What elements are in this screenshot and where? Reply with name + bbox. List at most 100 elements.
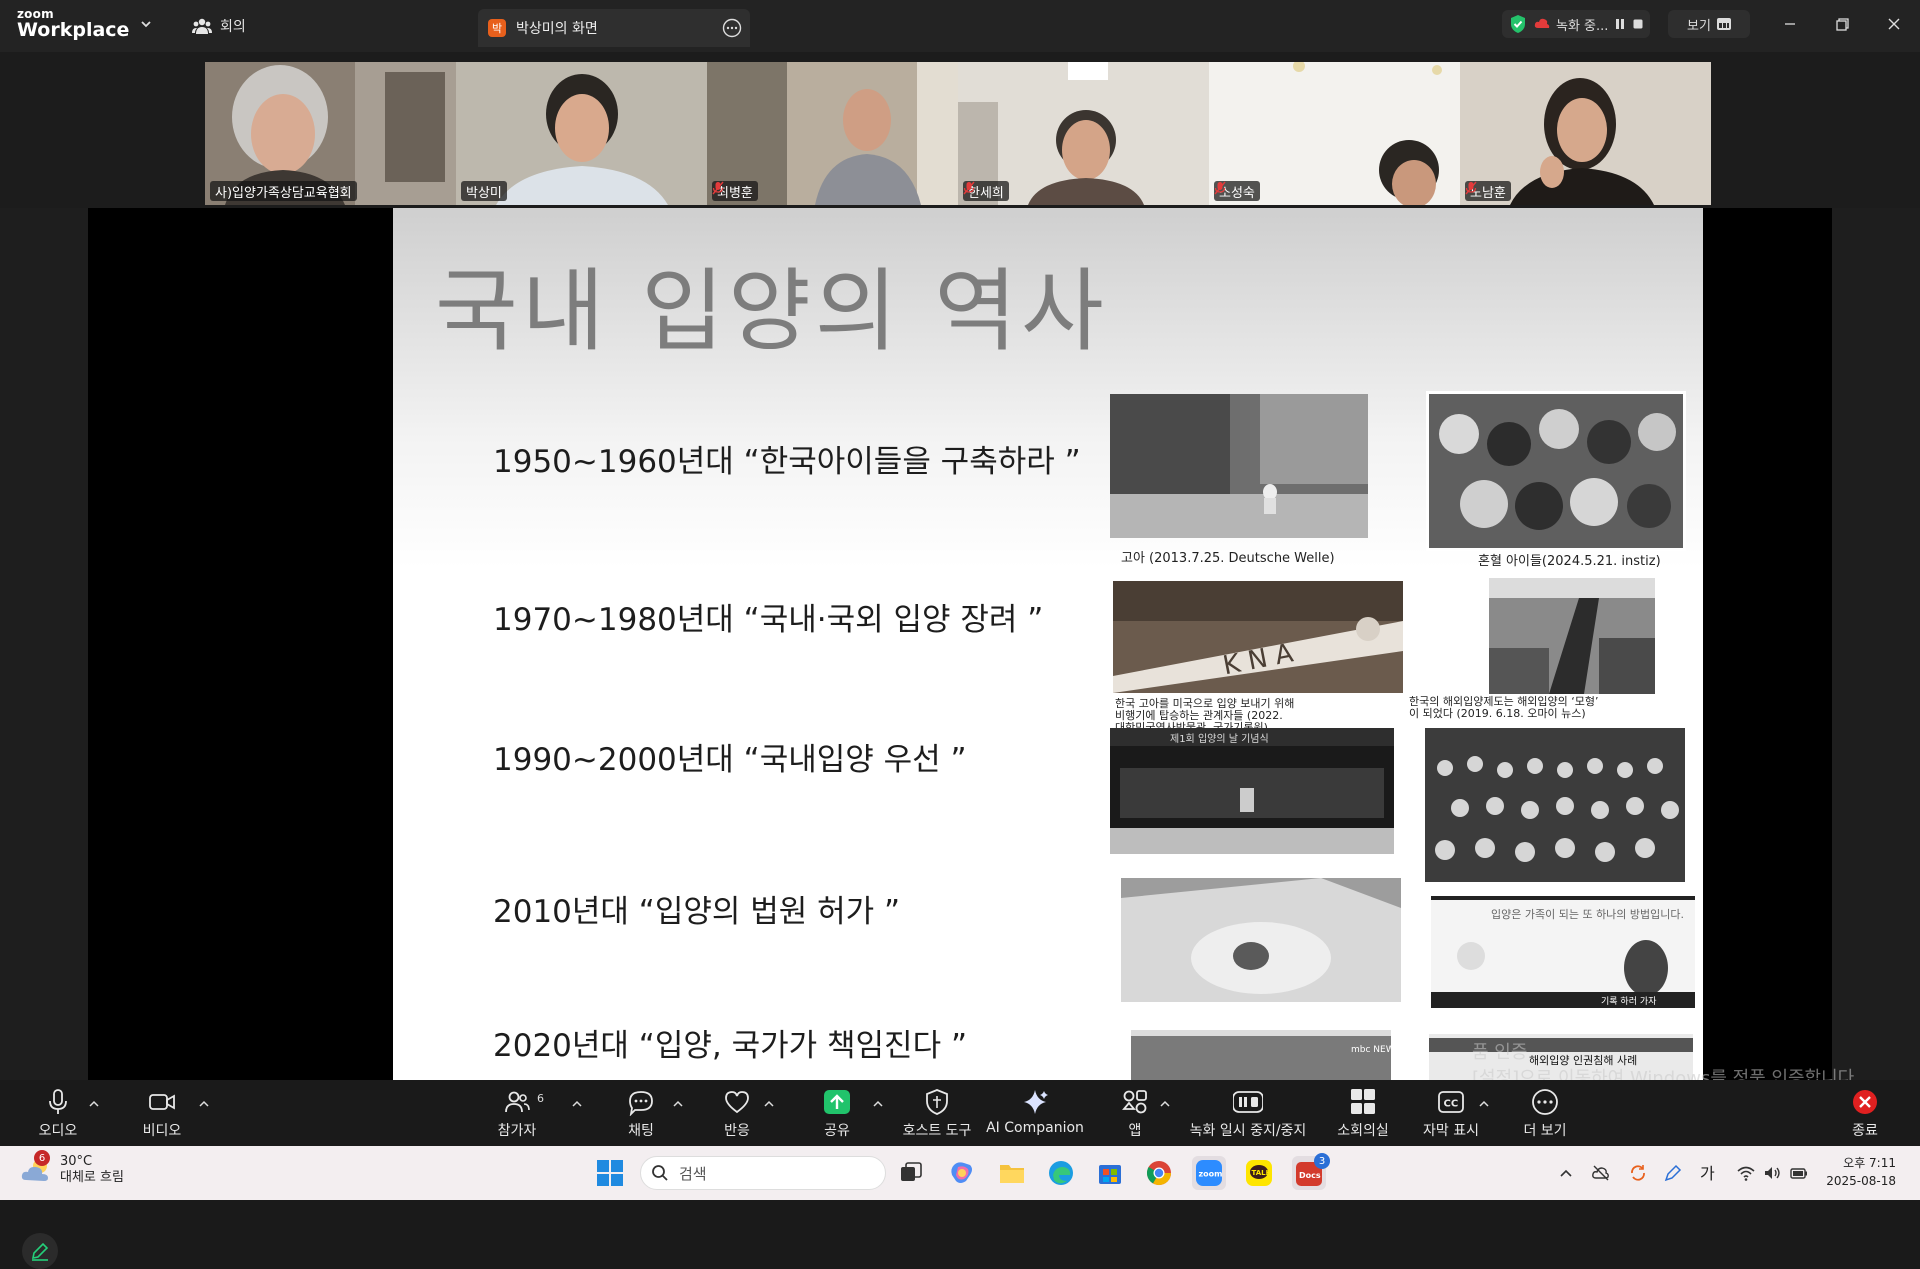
caption-mixed-children: 혼혈 아이들(2024.5.21. instiz): [1478, 554, 1661, 569]
captions-label: 자막 표시: [1423, 1123, 1479, 1139]
tab-shared-screen[interactable]: 박 박상미의 화면: [478, 9, 750, 47]
share-button[interactable]: 공유: [792, 1088, 882, 1140]
tab-meeting[interactable]: 회의: [192, 14, 246, 38]
participants-group-icon: [192, 18, 212, 34]
apps-options-caret-icon[interactable]: [1159, 1098, 1171, 1110]
participants-options-caret-icon[interactable]: [571, 1098, 583, 1110]
photo-group-gathering: [1425, 728, 1685, 882]
chevron-up-icon[interactable]: [1556, 1163, 1576, 1183]
copilot-button[interactable]: [945, 1156, 979, 1190]
captions-button[interactable]: CC 자막 표시: [1406, 1088, 1496, 1140]
edge-browser-button[interactable]: [1044, 1156, 1078, 1190]
chevron-down-icon[interactable]: [138, 16, 154, 32]
mic-muted-icon: [963, 181, 975, 195]
weather-alert-badge: 6: [34, 1150, 50, 1166]
record-label: 녹화 일시 중지/중지: [1189, 1123, 1307, 1139]
participant-gallery: 사)입양가족상담교육협회 박상미 최병훈 한세희 소성숙 노남훈: [0, 52, 1920, 208]
pen-input-icon[interactable]: [1663, 1163, 1683, 1183]
search-icon: [652, 1165, 668, 1181]
era-1970s: 1970~1980년대 “국내·국외 입양 장려 ”: [493, 602, 1044, 638]
video-tile[interactable]: 사)입양가족상담교육협회: [205, 62, 456, 205]
reactions-label: 반응: [724, 1123, 750, 1139]
slide-title: 국내 입양의 역사: [435, 259, 1108, 364]
stop-icon[interactable]: [1632, 18, 1644, 30]
audio-options-caret-icon[interactable]: [88, 1098, 100, 1110]
photo-plane-stairs: [1489, 578, 1655, 694]
photo-mixed-children: [1426, 391, 1686, 551]
era-2020s: 2020년대 “입양, 국가가 책임진다 ”: [493, 1028, 968, 1064]
breakout-rooms-icon: [1351, 1089, 1375, 1114]
ai-companion-label: AI Companion: [986, 1120, 1084, 1136]
video-tile[interactable]: 한세희: [958, 62, 1209, 205]
end-meeting-button[interactable]: 종료: [1820, 1088, 1910, 1140]
start-button[interactable]: [593, 1156, 627, 1190]
pause-icon[interactable]: [1614, 18, 1626, 30]
participant-nametag: 한세희: [963, 181, 1009, 201]
apps-icon: [1122, 1090, 1147, 1114]
participant-nametag: 사)입양가족상담교육협회: [210, 181, 357, 201]
task-view-button[interactable]: [894, 1156, 928, 1190]
ai-companion-button[interactable]: AI Companion: [980, 1088, 1090, 1136]
reactions-button[interactable]: 반응: [692, 1088, 782, 1140]
battery-icon[interactable]: [1789, 1163, 1809, 1183]
sparkle-icon: [1024, 1090, 1048, 1114]
shared-screen-title: 박상미의 화면: [516, 21, 598, 37]
docs-app-button[interactable]: Docs 3: [1292, 1153, 1330, 1190]
shield-icon: [926, 1089, 948, 1115]
weather-widget[interactable]: 6 30°C 대체로 흐림: [20, 1150, 124, 1186]
caption-orphan: 고아 (2013.7.25. Deutsche Welle): [1121, 551, 1335, 566]
participants-count: 6: [537, 1092, 544, 1105]
ceremony-banner-text: 제1회 입양의 날 기념식: [1170, 732, 1269, 745]
close-icon[interactable]: [1882, 12, 1906, 36]
cloud-off-icon[interactable]: [1591, 1163, 1611, 1183]
taskbar-clock[interactable]: 오후 7:11 2025-08-18: [1826, 1154, 1896, 1190]
store-button[interactable]: [1093, 1156, 1127, 1190]
minimize-icon[interactable]: [1778, 12, 1802, 36]
closed-captions-icon: CC: [1438, 1091, 1464, 1113]
restore-icon[interactable]: [1830, 12, 1854, 36]
video-options-caret-icon[interactable]: [198, 1098, 210, 1110]
participants-label: 참가자: [497, 1123, 537, 1139]
chat-bubble-icon: [629, 1091, 653, 1116]
video-button[interactable]: 비디오: [117, 1088, 207, 1140]
apps-button[interactable]: 앱: [1090, 1088, 1180, 1140]
host-tools-button[interactable]: 호스트 도구: [892, 1088, 982, 1140]
share-options-caret-icon[interactable]: [872, 1098, 884, 1110]
more-options-icon[interactable]: [722, 18, 742, 38]
microphone-icon: [49, 1089, 67, 1114]
zoom-app-button[interactable]: zoom: [1192, 1156, 1226, 1190]
view-button[interactable]: 보기: [1668, 10, 1750, 38]
weather-condition: 대체로 흐림: [60, 1170, 124, 1185]
svg-text:CC: CC: [1444, 1099, 1459, 1110]
ime-indicator[interactable]: 가: [1700, 1160, 1720, 1183]
captions-options-caret-icon[interactable]: [1478, 1098, 1490, 1110]
breakout-rooms-button[interactable]: 소회의실: [1318, 1088, 1408, 1140]
video-tile-active-speaker[interactable]: 박상미: [456, 62, 707, 205]
caption-overseas-adoption: 한국의 해외입양제도는 해외입양의 ‘모형’ 이 되었다 (2019. 6.18…: [1409, 695, 1599, 720]
annotate-button[interactable]: [22, 1233, 58, 1269]
video-tile[interactable]: 최병훈: [707, 62, 958, 205]
recording-status-pill[interactable]: 녹화 중...: [1502, 10, 1650, 38]
docs-badge: 3: [1314, 1153, 1330, 1169]
view-label: 보기: [1687, 18, 1711, 34]
audio-button[interactable]: 오디오: [13, 1088, 103, 1140]
file-explorer-button[interactable]: [995, 1156, 1029, 1190]
wifi-icon[interactable]: [1736, 1163, 1756, 1183]
clock-date: 2025-08-18: [1826, 1174, 1896, 1188]
chrome-button[interactable]: [1142, 1156, 1176, 1190]
video-tile[interactable]: 노남훈: [1460, 62, 1711, 205]
participants-button[interactable]: 참가자: [472, 1088, 562, 1140]
era-1950s: 1950~1960년대 “한국아이들을 구축하라 ”: [493, 444, 1081, 480]
kakaotalk-button[interactable]: TALK: [1242, 1156, 1276, 1190]
chat-options-caret-icon[interactable]: [672, 1098, 684, 1110]
volume-icon[interactable]: [1762, 1163, 1782, 1183]
sync-icon[interactable]: [1628, 1163, 1648, 1183]
video-label: 비디오: [142, 1123, 182, 1139]
video-tile[interactable]: 소성숙: [1209, 62, 1460, 205]
more-button[interactable]: 더 보기: [1500, 1088, 1590, 1140]
reactions-options-caret-icon[interactable]: [763, 1098, 775, 1110]
record-pause-stop-icon: [1233, 1091, 1263, 1113]
chat-button[interactable]: 채팅: [596, 1088, 686, 1140]
record-pause-stop-button[interactable]: 녹화 일시 중지/중지: [1180, 1088, 1316, 1140]
taskbar-search[interactable]: 검색: [640, 1156, 886, 1190]
